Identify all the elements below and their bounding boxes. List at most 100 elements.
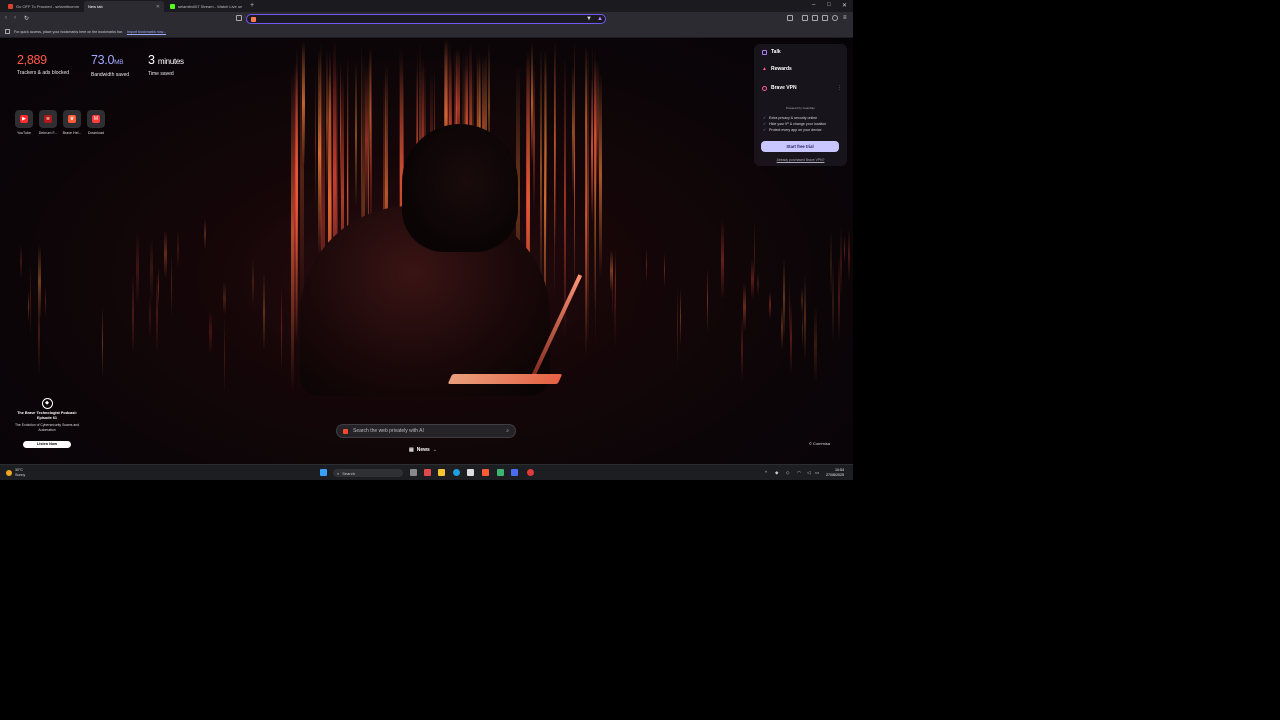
background-light-streak [280,285,282,371]
tab-title: New tab [88,4,103,9]
search-icon: ⌕ [337,470,340,476]
widget-panel: Talk ▲ Rewards Brave VPN ⋮ Powered by Gu… [754,44,847,166]
background-light-streak [29,263,32,337]
news-icon: ▤ [409,447,414,453]
time-unit: minutes [157,57,184,66]
browser-toolbar: ‹ › ↻ ▼ ▲ ≡ [0,12,853,26]
bookmark-bar: For quick access, place your bookmarks h… [0,26,853,38]
bandwidth-value: 73.0 [91,53,115,67]
search-placeholder: Search the web privately with AI [353,428,424,434]
tab-stream[interactable]: selamitn007 Stream - Watch Live on [166,1,246,12]
stat-time-saved: 3 minutes Time saved [148,53,184,78]
battery-icon[interactable]: ▭ [815,470,819,476]
rewards-card[interactable]: ▲ Rewards [762,66,792,72]
wallet-icon[interactable] [812,15,818,21]
tray-chevron-up-icon[interactable]: ^ [765,470,767,475]
leo-ai-icon[interactable] [802,15,808,21]
already-purchased-link[interactable]: Already purchased Brave VPN? [754,158,847,162]
top-site-brave-help[interactable]: ♛ Brave Hel... [61,110,83,135]
brave-rewards-icon[interactable]: ▲ [597,16,603,22]
brave-lion-icon: ♛ [68,115,76,123]
xbox-icon[interactable] [497,469,504,476]
system-clock[interactable]: 10:54 27/08/2025 [826,468,844,477]
tray-app-icon[interactable]: ◇ [786,470,789,476]
address-bar[interactable]: ▼ ▲ [246,14,606,24]
task-view-icon[interactable] [410,469,417,476]
file-explorer-icon[interactable] [438,469,445,476]
ntp-search-box[interactable]: Search the web privately with AI ⌕ [336,424,516,438]
taskbar-search[interactable]: ⌕ Search [333,469,403,477]
background-light-streak [843,235,845,265]
background-light-streak [150,236,153,302]
background-light-streak [44,285,47,318]
tab-favicon-icon [170,4,175,9]
tab-close-icon[interactable]: ✕ [156,4,160,10]
background-light-streak [251,259,255,307]
start-free-trial-button[interactable]: Start free trial [761,141,839,152]
podcast-title: The Brave Technologist Podcast: Episode … [17,411,77,420]
talk-card[interactable]: Talk [762,49,781,55]
top-site-label: Download [88,131,104,135]
sun-icon [6,469,12,476]
check-icon: ✓ [763,116,767,120]
apps-grid-icon[interactable] [5,29,10,34]
search-icon[interactable]: ⌕ [506,428,509,434]
top-site-label: Brave Hel... [62,131,82,135]
brave-icon[interactable] [482,469,489,476]
time-value: 3 [148,53,155,67]
store-icon[interactable] [467,469,474,476]
reload-icon[interactable]: ↻ [24,15,29,22]
brave-search-icon [343,428,348,434]
import-bookmarks-link[interactable]: Import bookmarks now... [127,30,166,34]
background-light-streak [27,291,29,323]
wifi-icon[interactable]: ◠ [797,470,801,476]
background-light-streak [339,61,341,204]
opera-icon[interactable] [527,469,534,476]
back-arrow-icon[interactable]: ‹ [5,15,7,21]
background-light-streak [564,58,567,338]
extensions-icon[interactable] [822,15,828,21]
app-icon[interactable] [511,469,518,476]
volume-icon[interactable]: ◁ [807,470,810,476]
background-light-streak [847,229,850,283]
background-light-streak [101,306,104,379]
edge-icon[interactable] [453,469,460,476]
top-site-download[interactable]: M Download [85,110,107,135]
background-light-streak [300,43,304,309]
weather-widget[interactable]: 30°C Sunny [6,468,25,477]
maximize-button[interactable]: □ [827,2,831,8]
menu-hamburger-icon[interactable]: ≡ [843,15,847,21]
background-light-streak [676,284,679,369]
vpn-icon[interactable] [832,15,838,21]
windows-start-icon[interactable] [320,469,327,476]
sidebar-toggle-icon[interactable] [787,15,793,21]
tab-go-off[interactable]: Go OFF To Proceed - selamitnomm [4,1,84,12]
news-toggle[interactable]: ▤ News ⌄ [409,447,437,453]
background-light-streak [839,227,843,300]
background-light-streak [531,42,533,166]
tray-app-icon[interactable]: ◆ [775,470,778,476]
more-options-icon[interactable]: ⋮ [837,85,842,91]
listen-now-button[interactable]: Listen Now [23,441,71,448]
background-light-streak [19,245,23,278]
background-light-streak [768,291,772,319]
background-light-streak [171,252,173,317]
new-tab-plus-icon[interactable]: + [250,2,254,9]
top-site-debrum[interactable]: ≋ Debrum F... [37,110,59,135]
background-light-streak [132,273,134,357]
bookmark-page-icon[interactable] [236,15,242,21]
background-light-streak [801,287,804,315]
background-light-streak [790,301,793,374]
background-light-streak [757,272,760,296]
brave-shields-icon[interactable]: ▼ [586,16,592,22]
tab-new-tab[interactable]: New tab ✕ [84,1,164,12]
forward-arrow-icon[interactable]: › [14,15,16,21]
minimize-button[interactable]: – [812,2,815,8]
background-light-streak [223,281,227,315]
top-site-youtube[interactable]: ▶ YouTube [13,110,35,135]
background-light-streak [553,54,556,300]
bandwidth-unit: MB [114,59,124,66]
app-icon[interactable] [424,469,431,476]
close-window-button[interactable]: ✕ [842,2,847,9]
photo-credit[interactable]: © Commisa [809,441,830,446]
